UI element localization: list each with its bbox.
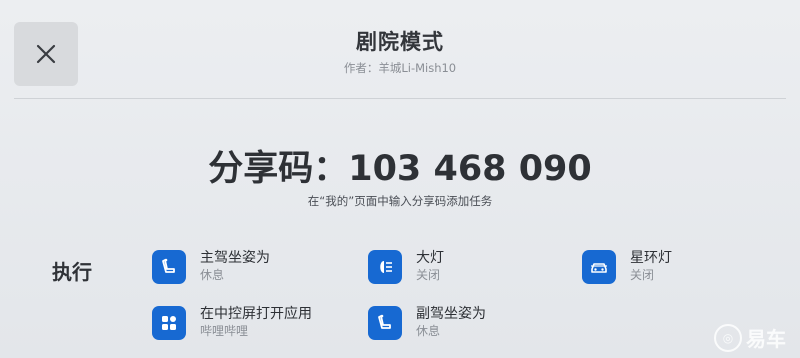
header-divider bbox=[14, 98, 786, 99]
action-state: 休息 bbox=[200, 268, 225, 282]
action-star-ring-light[interactable]: 星环灯 关闭 bbox=[582, 250, 672, 284]
action-state: 哔哩哔哩 bbox=[200, 324, 249, 338]
action-open-app[interactable]: 在中控屏打开应用 哔哩哔哩 bbox=[152, 306, 312, 340]
action-headlights[interactable]: 大灯 关闭 bbox=[368, 250, 444, 284]
author-label: 作者：羊城Li-Mish10 bbox=[343, 61, 457, 75]
logo-icon: ◎ bbox=[714, 323, 742, 352]
action-name: 在中控屏打开应用 bbox=[200, 306, 312, 322]
seat-icon bbox=[152, 250, 186, 284]
car-light-icon bbox=[582, 250, 616, 284]
share-hint: 在“我的”页面中输入分享码添加任务 bbox=[307, 194, 493, 208]
watermark-logo: ◎ 易车 bbox=[714, 323, 786, 352]
action-state: 关闭 bbox=[630, 268, 655, 282]
headlight-icon bbox=[368, 250, 402, 284]
action-state: 休息 bbox=[416, 324, 441, 338]
apps-icon bbox=[152, 306, 186, 340]
action-name: 星环灯 bbox=[630, 250, 672, 266]
seat-icon bbox=[368, 306, 402, 340]
action-name: 副驾坐姿为 bbox=[416, 306, 486, 322]
action-name: 主驾坐姿为 bbox=[200, 250, 270, 266]
action-state: 关闭 bbox=[416, 268, 441, 282]
action-driver-seat[interactable]: 主驾坐姿为 休息 bbox=[152, 250, 270, 284]
page-title: 剧院模式 bbox=[356, 30, 444, 54]
share-code: 分享码：103 468 090 bbox=[208, 149, 592, 189]
watermark-text: 易车 bbox=[746, 327, 786, 351]
execute-label: 执行 bbox=[52, 260, 92, 284]
action-passenger-seat[interactable]: 副驾坐姿为 休息 bbox=[368, 306, 486, 340]
action-name: 大灯 bbox=[416, 250, 444, 266]
